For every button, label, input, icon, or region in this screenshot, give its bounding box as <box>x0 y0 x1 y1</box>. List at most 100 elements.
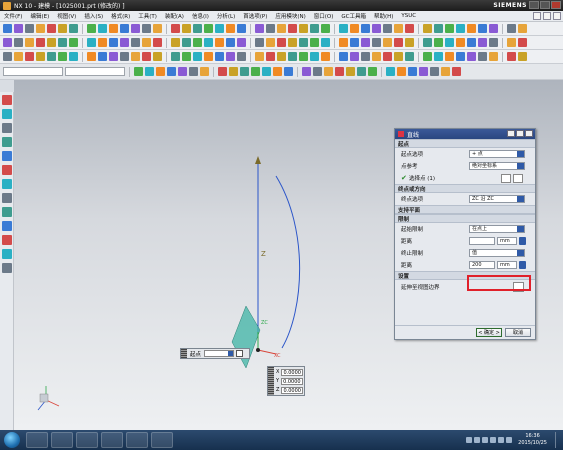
toolbar-tool-icon[interactable] <box>47 38 56 47</box>
toolbar-tool-icon[interactable] <box>372 24 381 33</box>
maximize-button[interactable] <box>540 1 550 9</box>
toolbar-tool-icon[interactable] <box>310 52 319 61</box>
taskbar-app-1[interactable] <box>26 432 48 448</box>
toolbar-tool-icon[interactable] <box>204 52 213 61</box>
taskbar-app-6[interactable] <box>151 432 173 448</box>
toolbar-tool-icon[interactable] <box>36 24 45 33</box>
toolbar-tool-icon[interactable] <box>266 24 275 33</box>
toolbar-tool-icon[interactable] <box>167 67 176 76</box>
toolbar-tool-icon[interactable] <box>361 52 370 61</box>
toolbar-tool-icon[interactable] <box>339 24 348 33</box>
resource-tab-icon[interactable] <box>2 193 12 203</box>
distance2-unit[interactable]: mm <box>497 261 517 269</box>
toolbar-tool-icon[interactable] <box>87 52 96 61</box>
toolbar-tool-icon[interactable] <box>14 38 23 47</box>
toolbar-tool-icon[interactable] <box>405 38 414 47</box>
coord-z-input[interactable]: 0.0000 <box>281 386 304 394</box>
point-ref-select[interactable]: 绝对坐标系 <box>469 162 525 170</box>
menu-tools[interactable]: 工具(T) <box>134 12 161 20</box>
coord-x-input[interactable]: 0.0000 <box>281 368 304 376</box>
toolbar-tool-icon[interactable] <box>226 24 235 33</box>
toolbar-tool-icon[interactable] <box>357 67 366 76</box>
resource-tab-icon[interactable] <box>2 249 12 259</box>
toolbar-tool-icon[interactable] <box>251 67 260 76</box>
menu-window[interactable]: 窗口(O) <box>310 12 338 20</box>
distance1-input[interactable] <box>469 237 495 245</box>
toolbar-tool-icon[interactable] <box>299 24 308 33</box>
toolbar-tool-icon[interactable] <box>478 24 487 33</box>
point-dialog-icon[interactable] <box>501 173 511 183</box>
toolbar-tool-icon[interactable] <box>262 67 271 76</box>
dialog-title-bar[interactable]: 直线 <box>395 129 535 139</box>
doc-restore-button[interactable] <box>543 12 551 20</box>
menu-gc-toolbox[interactable]: GC工具箱 <box>337 12 370 20</box>
toolbar-tool-icon[interactable] <box>142 38 151 47</box>
toolbar-tool-icon[interactable] <box>255 52 264 61</box>
toolbar-tool-icon[interactable] <box>284 67 293 76</box>
toolbar-tool-icon[interactable] <box>445 24 454 33</box>
start-point-marker[interactable] <box>256 348 260 352</box>
resource-tab-icon[interactable] <box>2 123 12 133</box>
toolbar-tool-icon[interactable] <box>456 24 465 33</box>
toolbar-tool-icon[interactable] <box>120 38 129 47</box>
toolbar-tool-icon[interactable] <box>109 38 118 47</box>
toolbar-tool-icon[interactable] <box>489 38 498 47</box>
toolbar-tool-icon[interactable] <box>321 24 330 33</box>
volume-icon[interactable] <box>498 437 505 443</box>
collapse-icon[interactable] <box>516 130 524 137</box>
distance2-menu-icon[interactable] <box>519 261 526 269</box>
toolbar-tool-icon[interactable] <box>69 24 78 33</box>
point-pick-icon[interactable] <box>236 350 244 357</box>
ok-button[interactable]: < 确定 > <box>476 328 502 337</box>
toolbar-tool-icon[interactable] <box>98 24 107 33</box>
toolbar-tool-icon[interactable] <box>321 52 330 61</box>
toolbar-tool-icon[interactable] <box>394 38 403 47</box>
toolbar-tool-icon[interactable] <box>3 38 12 47</box>
toolbar-tool-icon[interactable] <box>299 38 308 47</box>
toolbar-tool-icon[interactable] <box>273 67 282 76</box>
toolbar-tool-icon[interactable] <box>478 52 487 61</box>
toolbar-tool-icon[interactable] <box>218 67 227 76</box>
resource-tab-icon[interactable] <box>2 221 12 231</box>
toolbar-tool-icon[interactable] <box>277 38 286 47</box>
taskbar-app-4[interactable] <box>101 432 123 448</box>
section-support-plane[interactable]: 支持平面 <box>395 205 535 214</box>
toolbar-tool-icon[interactable] <box>339 38 348 47</box>
type-filter-select[interactable] <box>3 67 63 76</box>
toolbar-tool-icon[interactable] <box>131 52 140 61</box>
toolbar-tool-icon[interactable] <box>346 67 355 76</box>
menu-help[interactable]: 帮助(H) <box>370 12 397 20</box>
toolbar-tool-icon[interactable] <box>452 67 461 76</box>
tray-icon[interactable] <box>490 437 497 443</box>
toolbar-tool-icon[interactable] <box>405 24 414 33</box>
toolbar-tool-icon[interactable] <box>156 67 165 76</box>
toolbar-tool-icon[interactable] <box>423 24 432 33</box>
toolbar-tool-icon[interactable] <box>142 24 151 33</box>
toolbar-tool-icon[interactable] <box>445 52 454 61</box>
toolbar-tool-icon[interactable] <box>171 24 180 33</box>
toolbar-tool-icon[interactable] <box>518 52 527 61</box>
toolbar-tool-icon[interactable] <box>255 24 264 33</box>
widget-grip[interactable] <box>181 349 187 358</box>
coord-widget-grip[interactable] <box>268 367 274 395</box>
section-start[interactable]: 起点 <box>395 139 535 148</box>
toolbar-tool-icon[interactable] <box>36 38 45 47</box>
toolbar-tool-icon[interactable] <box>456 52 465 61</box>
toolbar-tool-icon[interactable] <box>310 38 319 47</box>
toolbar-tool-icon[interactable] <box>266 38 275 47</box>
clock[interactable]: 16:36 2015/10/25 <box>518 433 547 447</box>
cancel-button[interactable]: 取消 <box>505 328 531 337</box>
toolbar-tool-icon[interactable] <box>507 52 516 61</box>
inferred-point-icon[interactable] <box>513 173 523 183</box>
toolbar-tool-icon[interactable] <box>478 38 487 47</box>
toolbar-tool-icon[interactable] <box>25 52 34 61</box>
toolbar-tool-icon[interactable] <box>335 67 344 76</box>
toolbar-tool-icon[interactable] <box>237 24 246 33</box>
toolbar-tool-icon[interactable] <box>215 52 224 61</box>
toolbar-tool-icon[interactable] <box>237 38 246 47</box>
toolbar-tool-icon[interactable] <box>467 38 476 47</box>
close-button[interactable] <box>551 1 561 9</box>
menu-info[interactable]: 信息(I) <box>188 12 213 20</box>
toolbar-tool-icon[interactable] <box>182 38 191 47</box>
toolbar-tool-icon[interactable] <box>69 38 78 47</box>
